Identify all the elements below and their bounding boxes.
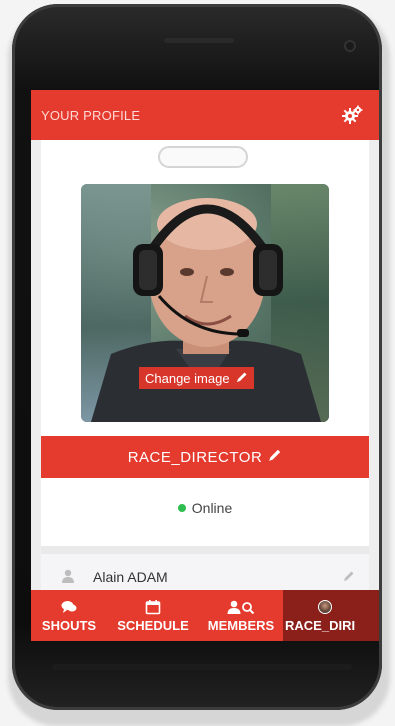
user-search-icon: [227, 599, 255, 615]
speaker-grille: [164, 38, 234, 43]
profile-card: Change image RACE_DIRECTOR Online Alain …: [41, 140, 369, 600]
avatar-icon: [285, 599, 365, 615]
app-screen: YOUR PROFILE Change image RACE_DIRECTOR …: [31, 90, 379, 641]
calendar-icon: [145, 599, 161, 615]
avatar: [318, 599, 332, 614]
bottom-navigation: SHOUTS SCHEDULE MEMBERS RACE_DIRI: [31, 590, 379, 641]
divider: [41, 546, 369, 554]
app-header: YOUR PROFILE: [31, 90, 379, 140]
profile-photo[interactable]: Change image: [81, 184, 329, 422]
tab-race-director[interactable]: RACE_DIRI: [283, 590, 379, 641]
tab-label: SCHEDULE: [117, 617, 189, 633]
front-camera: [344, 40, 356, 52]
username-label: RACE_DIRECTOR: [127, 448, 263, 466]
tab-label: MEMBERS: [207, 617, 275, 633]
tab-shouts[interactable]: SHOUTS: [31, 590, 107, 641]
tab-members[interactable]: MEMBERS: [199, 590, 283, 641]
pencil-icon[interactable]: [343, 569, 355, 585]
change-image-label: Change image: [145, 370, 230, 386]
drag-handle[interactable]: [158, 146, 248, 168]
online-status: Online: [41, 490, 369, 526]
username-button[interactable]: RACE_DIRECTOR: [41, 436, 369, 478]
phone-chin: [52, 664, 352, 670]
change-image-button[interactable]: Change image: [139, 367, 254, 389]
full-name-label: Alain ADAM: [93, 569, 168, 585]
tab-label: SHOUTS: [41, 617, 97, 633]
gears-icon[interactable]: [341, 103, 365, 127]
status-label: Online: [191, 500, 233, 516]
status-dot: [177, 504, 186, 512]
tab-schedule[interactable]: SCHEDULE: [107, 590, 199, 641]
pencil-icon: [268, 448, 282, 466]
page-title: YOUR PROFILE: [41, 107, 141, 123]
pencil-icon: [236, 371, 248, 386]
tab-label: RACE_DIRI: [285, 617, 356, 633]
comments-icon: [61, 599, 77, 615]
user-icon: [61, 569, 75, 586]
